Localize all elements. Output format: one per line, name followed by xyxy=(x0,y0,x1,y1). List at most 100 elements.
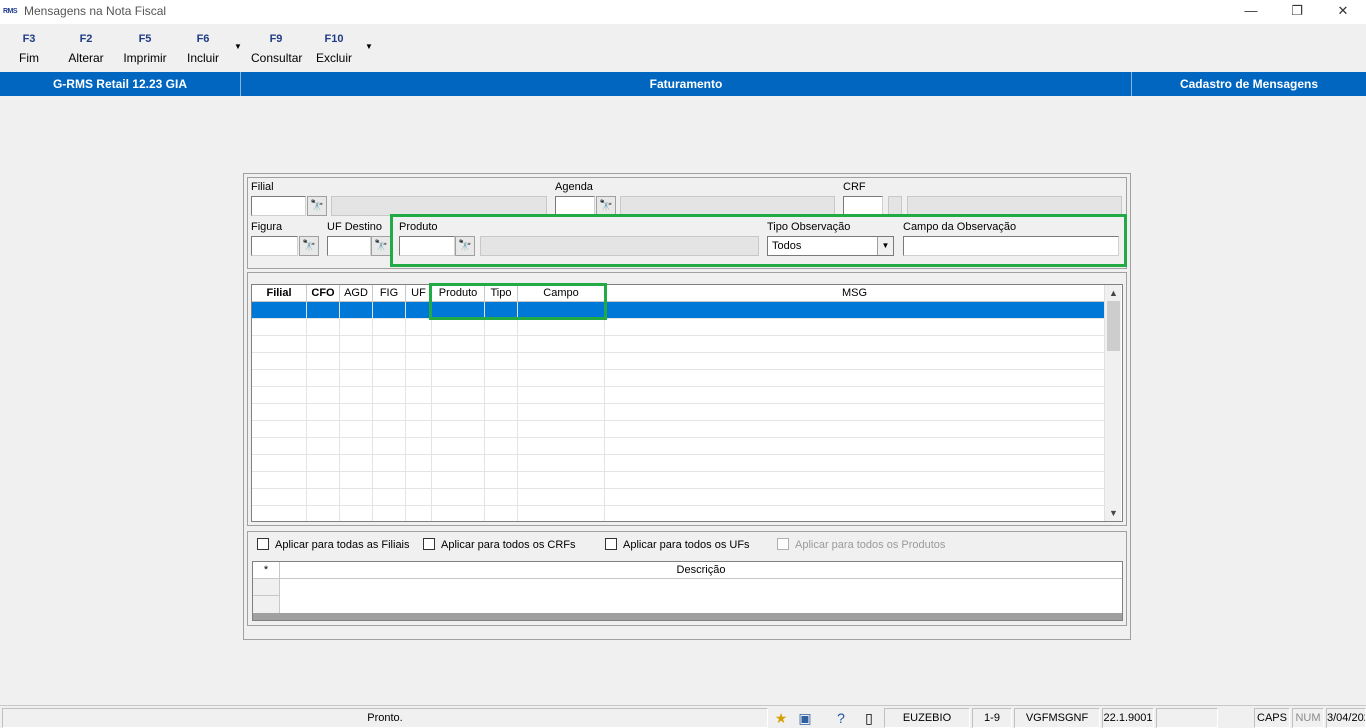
table-row-selected[interactable] xyxy=(252,302,1105,319)
toolbar-incluir-button[interactable]: F6 Incluir xyxy=(178,30,228,70)
figura-input[interactable] xyxy=(251,236,298,256)
checkbox-box xyxy=(777,538,789,550)
row-indicator-cell[interactable] xyxy=(253,579,280,596)
filial-search-binoculars-icon[interactable]: 🔭 xyxy=(307,196,327,216)
table-row[interactable] xyxy=(252,421,1105,438)
agenda-label: Agenda xyxy=(555,181,593,193)
incluir-dropdown-arrow-icon[interactable]: ▼ xyxy=(233,42,243,52)
chevron-down-icon[interactable]: ▼ xyxy=(877,237,893,255)
col-header-fig[interactable]: FIG xyxy=(373,285,406,302)
checkbox-label: Aplicar para todos os Produtos xyxy=(795,539,946,551)
figura-search-binoculars-icon[interactable]: 🔭 xyxy=(299,236,319,256)
help-icon[interactable]: ? xyxy=(830,708,852,728)
filial-input[interactable] xyxy=(251,196,306,216)
grid-column-line xyxy=(306,302,307,521)
filial-label: Filial xyxy=(251,181,274,193)
col-header-cfo[interactable]: CFO xyxy=(307,285,340,302)
table-row[interactable] xyxy=(252,472,1105,489)
toolbar-alterar-button[interactable]: F2 Alterar xyxy=(61,30,111,70)
minimize-button[interactable]: — xyxy=(1228,0,1274,24)
status-range: 1-9 xyxy=(972,708,1012,728)
table-row[interactable] xyxy=(252,387,1105,404)
produto-input[interactable] xyxy=(399,236,455,256)
apply-all-ufs-checkbox[interactable]: Aplicar para todos os UFs xyxy=(605,538,750,552)
toolbar-key: F3 xyxy=(22,33,36,45)
tipo-observacao-select[interactable]: Todos ▼ xyxy=(767,236,894,256)
table-row[interactable] xyxy=(252,438,1105,455)
crf-input[interactable] xyxy=(843,196,883,216)
filial-description-field xyxy=(331,196,547,216)
table-row[interactable] xyxy=(252,455,1105,472)
uf-destino-input[interactable] xyxy=(327,236,371,256)
status-bar: Pronto. ★ ▣ ? ▯ EUZEBIO 1-9 VGFMSGNF 22.… xyxy=(0,705,1366,728)
header-screen-name: Cadastro de Mensagens xyxy=(1179,77,1319,91)
apply-all-crfs-checkbox[interactable]: Aplicar para todos os CRFs xyxy=(423,538,576,552)
agenda-input[interactable] xyxy=(555,196,595,216)
col-header-agd[interactable]: AGD xyxy=(340,285,373,302)
row-indicator-cell[interactable] xyxy=(253,596,280,613)
status-version: 22.1.9001 xyxy=(1102,708,1154,728)
uf-destino-label: UF Destino xyxy=(327,221,383,233)
status-num: NUM xyxy=(1292,708,1324,728)
desc-grid-footer xyxy=(253,613,1122,620)
checkbox-box[interactable] xyxy=(257,538,269,550)
campo-observacao-label: Campo da Observação xyxy=(903,221,1017,233)
close-button[interactable]: ✕ xyxy=(1320,0,1366,24)
table-row[interactable] xyxy=(252,506,1105,521)
agenda-search-binoculars-icon[interactable]: 🔭 xyxy=(596,196,616,216)
description-grid[interactable]: * Descrição xyxy=(252,561,1123,621)
grid-column-line xyxy=(372,302,373,521)
grid-column-line xyxy=(431,302,432,521)
table-row[interactable] xyxy=(252,370,1105,387)
title-bar: RMS Mensagens na Nota Fiscal — ❐ ✕ xyxy=(0,0,1366,24)
uf-destino-search-binoculars-icon[interactable]: 🔭 xyxy=(371,236,391,256)
desc-col-header-descricao[interactable]: Descrição xyxy=(280,562,1122,579)
toolbar-key: F2 xyxy=(79,33,93,45)
apply-all-produtos-checkbox: Aplicar para todos os Produtos xyxy=(777,538,945,552)
app-logo: RMS xyxy=(3,8,18,15)
table-row[interactable] xyxy=(252,353,1105,370)
messages-grid[interactable]: Filial CFO AGD FIG UF Produto Tipo Campo… xyxy=(251,284,1123,522)
toolbar-excluir-button[interactable]: F10 Excluir xyxy=(309,30,359,70)
desc-col-header-star: * xyxy=(253,562,280,579)
grid-column-line xyxy=(339,302,340,521)
produto-description-field xyxy=(480,236,759,256)
excluir-dropdown-arrow-icon[interactable]: ▼ xyxy=(364,42,374,52)
toolbar-key: F6 xyxy=(196,33,210,45)
status-program: VGFMSGNF xyxy=(1014,708,1100,728)
col-header-msg[interactable]: MSG xyxy=(605,285,1105,302)
clipboard-icon[interactable]: ▯ xyxy=(858,708,880,728)
apply-all-filiais-checkbox[interactable]: Aplicar para todas as Filiais xyxy=(257,538,410,552)
col-header-filial[interactable]: Filial xyxy=(252,285,307,302)
checkbox-box[interactable] xyxy=(423,538,435,550)
grid-column-line xyxy=(484,302,485,521)
toolbar-key: F9 xyxy=(269,33,283,45)
status-message: Pronto. xyxy=(2,708,768,728)
star-favorite-icon[interactable]: ★ xyxy=(770,708,792,728)
scroll-thumb[interactable] xyxy=(1107,301,1120,351)
campo-observacao-input[interactable] xyxy=(903,236,1119,256)
user-card-icon[interactable]: ▣ xyxy=(794,708,816,728)
table-row[interactable] xyxy=(252,336,1105,353)
status-empty-cell xyxy=(1156,708,1218,728)
restore-button[interactable]: ❐ xyxy=(1274,0,1320,24)
status-user: EUZEBIO xyxy=(884,708,970,728)
produto-search-binoculars-icon[interactable]: 🔭 xyxy=(455,236,475,256)
toolbar-imprimir-button[interactable]: F5 Imprimir xyxy=(120,30,170,70)
table-row[interactable] xyxy=(252,404,1105,421)
toolbar-consultar-button[interactable]: F9 Consultar xyxy=(251,30,302,70)
scroll-down-arrow-icon[interactable]: ▼ xyxy=(1105,505,1122,521)
table-row[interactable] xyxy=(252,319,1105,336)
header-system-name: G-RMS Retail 12.23 GIA xyxy=(0,72,241,96)
toolbar-label: Excluir xyxy=(315,51,352,65)
table-row[interactable] xyxy=(252,489,1105,506)
toolbar-fim-button[interactable]: F3 Fim xyxy=(4,30,54,70)
produto-label: Produto xyxy=(399,221,438,233)
scroll-up-arrow-icon[interactable]: ▲ xyxy=(1105,285,1122,301)
grid-vertical-scrollbar[interactable]: ▲ ▼ xyxy=(1104,285,1121,521)
checkbox-box[interactable] xyxy=(605,538,617,550)
highlight-box-new-columns xyxy=(429,283,607,320)
status-date: 3/04/202 xyxy=(1326,708,1366,728)
toolbar-key: F5 xyxy=(138,33,152,45)
crf-description-field xyxy=(907,196,1122,216)
